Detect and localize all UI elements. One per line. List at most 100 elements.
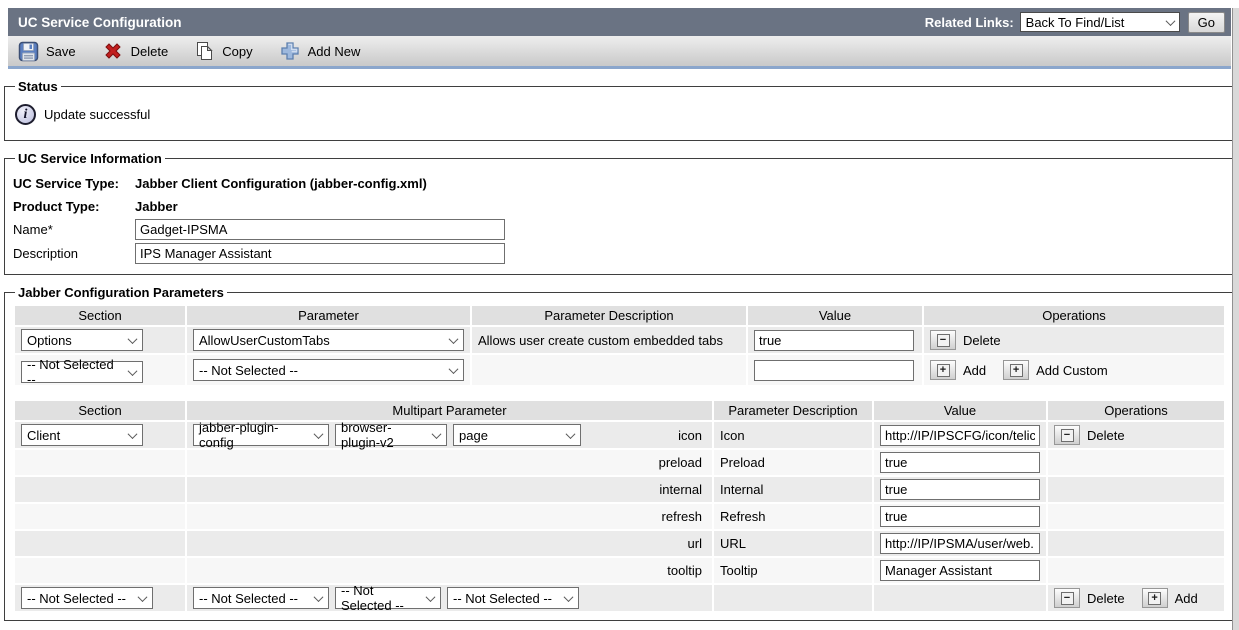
section-select[interactable]: Options (21, 329, 143, 351)
parameter-value-input[interactable] (880, 506, 1040, 527)
minus-icon: − (1061, 429, 1074, 442)
uc-service-configuration-page: UC Service Configuration Related Links: … (0, 0, 1239, 630)
multipart-row-url: url URL (15, 531, 1224, 556)
uc-service-information-legend: UC Service Information (15, 151, 165, 166)
add-custom-label: Add Custom (1036, 363, 1108, 378)
toolbar-add-new-button[interactable]: Add New (279, 40, 361, 62)
col-header-parameter-description: Parameter Description (714, 401, 872, 420)
multipart-row-tooltip: tooltip Tooltip (15, 558, 1224, 583)
related-links-select[interactable]: Back To Find/List (1020, 12, 1180, 32)
multipart-select-2[interactable]: browser-plugin-v2 (335, 424, 447, 446)
toolbar-delete-label: Delete (131, 44, 169, 59)
chevron-down-icon (128, 334, 138, 344)
multipart-select-2[interactable]: -- Not Selected -- (335, 587, 441, 609)
delete-row-button[interactable]: − (1054, 588, 1080, 608)
chevron-down-icon (138, 592, 148, 602)
related-links-selected-value: Back To Find/List (1026, 15, 1125, 30)
chevron-down-icon (566, 429, 576, 439)
parameter-value-input[interactable] (880, 452, 1040, 473)
minus-icon: − (1061, 592, 1074, 605)
chevron-down-icon (128, 366, 138, 376)
related-links-label: Related Links: (925, 15, 1014, 30)
delete-row-label: Delete (963, 333, 1001, 348)
toolbar-copy-label: Copy (222, 44, 252, 59)
parameter-description-text: URL (714, 531, 872, 556)
add-row-label: Add (1175, 591, 1198, 606)
multipart-key: url (187, 531, 712, 556)
section-select[interactable]: -- Not Selected -- (21, 587, 153, 609)
multipart-row-internal: internal Internal (15, 477, 1224, 502)
parameter-value-input[interactable] (754, 330, 914, 351)
copy-pages-icon (194, 40, 215, 62)
multipart-select-1[interactable]: -- Not Selected -- (193, 587, 329, 609)
parameter-value-input[interactable] (754, 360, 914, 381)
parameter-select[interactable]: -- Not Selected -- (193, 359, 464, 381)
parameter-description-text: Tooltip (714, 558, 872, 583)
multipart-key: internal (187, 477, 712, 502)
name-label: Name (13, 222, 48, 237)
toolbar-save-button[interactable]: Save (18, 41, 76, 62)
chevron-down-icon (128, 429, 138, 439)
section-select[interactable]: -- Not Selected -- (21, 361, 143, 383)
parameter-description-text: Allows user create custom embedded tabs (472, 327, 746, 353)
parameter-value-input[interactable] (880, 533, 1040, 554)
go-button[interactable]: Go (1188, 12, 1225, 33)
multipart-key: tooltip (187, 558, 712, 583)
toolbar-save-label: Save (46, 44, 76, 59)
parameter-value-input[interactable] (880, 479, 1040, 500)
col-header-value: Value (874, 401, 1046, 420)
multipart-select-3[interactable]: -- Not Selected -- (447, 587, 579, 609)
col-header-operations: Operations (1048, 401, 1224, 420)
delete-row-button[interactable]: − (930, 330, 956, 350)
add-row-button[interactable]: + (1142, 588, 1168, 608)
parameter-description-text: Preload (714, 450, 872, 475)
status-legend: Status (15, 79, 61, 94)
uc-service-type-value: Jabber Client Configuration (jabber-conf… (135, 176, 427, 191)
description-input[interactable] (135, 243, 505, 264)
col-header-parameter: Parameter (187, 306, 470, 325)
chevron-down-icon (1165, 16, 1175, 26)
toolbar-delete-button[interactable]: Delete (102, 40, 169, 62)
new-multipart-row: -- Not Selected -- -- Not Selected -- --… (15, 585, 1224, 611)
status-message: Update successful (44, 107, 150, 122)
col-header-operations: Operations (924, 306, 1224, 325)
toolbar-copy-button[interactable]: Copy (194, 40, 252, 62)
jabber-configuration-parameters-section: Jabber Configuration Parameters Section … (4, 285, 1235, 621)
multipart-key: refresh (187, 504, 712, 529)
multipart-parameters-table: Section Multipart Parameter Parameter De… (13, 399, 1226, 613)
add-row-button[interactable]: + (930, 360, 956, 380)
multipart-row-preload: preload Preload (15, 450, 1224, 475)
chevron-down-icon (564, 592, 574, 602)
name-input[interactable] (135, 219, 505, 240)
parameter-description-text: Refresh (714, 504, 872, 529)
description-label: Description (13, 246, 135, 261)
delete-row-button[interactable]: − (1054, 425, 1080, 445)
product-type-label: Product Type: (13, 199, 135, 214)
parameter-select[interactable]: AllowUserCustomTabs (193, 329, 464, 351)
table-header-row: Section Multipart Parameter Parameter De… (15, 401, 1224, 420)
plus-icon: + (937, 364, 950, 377)
add-custom-button[interactable]: + (1003, 360, 1029, 380)
chevron-down-icon (449, 364, 459, 374)
col-header-parameter-description: Parameter Description (472, 306, 746, 325)
required-asterisk: * (48, 222, 53, 237)
multipart-select-3[interactable]: page (453, 424, 581, 446)
multipart-select-1[interactable]: jabber-plugin-config (193, 424, 329, 446)
multipart-row-refresh: refresh Refresh (15, 504, 1224, 529)
plus-icon: + (1010, 364, 1023, 377)
parameter-row: Options AllowUserCustomTabs Allows user … (15, 327, 1224, 353)
section-select[interactable]: Client (21, 424, 143, 446)
chevron-down-icon (426, 592, 436, 602)
delete-x-icon (102, 40, 124, 62)
page-title: UC Service Configuration (18, 15, 182, 30)
uc-service-information-section: UC Service Information UC Service Type: … (4, 151, 1235, 275)
delete-row-label: Delete (1087, 428, 1125, 443)
parameter-value-input[interactable] (880, 425, 1040, 446)
chevron-down-icon (314, 592, 324, 602)
delete-row-label: Delete (1087, 591, 1125, 606)
multipart-row-icon: Client jabber-plugin-config browser-plug… (15, 422, 1224, 448)
col-header-section: Section (15, 401, 185, 420)
col-header-value: Value (748, 306, 922, 325)
parameter-value-input[interactable] (880, 560, 1040, 581)
right-gutter (1232, 8, 1239, 630)
